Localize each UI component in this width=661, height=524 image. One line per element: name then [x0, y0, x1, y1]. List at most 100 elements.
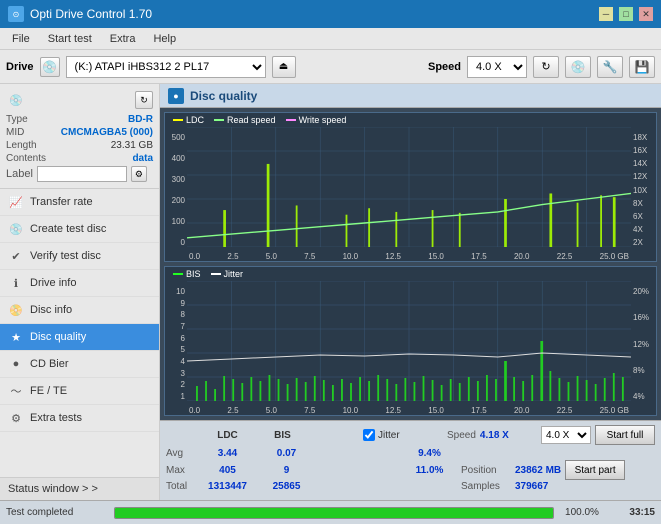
cd-bier-icon: ●	[8, 356, 24, 372]
transfer-rate-icon: 📈	[8, 194, 24, 210]
menu-start-test[interactable]: Start test	[40, 31, 100, 47]
time-display: 33:15	[610, 507, 655, 518]
sidebar-item-label-transfer-rate: Transfer rate	[30, 196, 93, 208]
drive-select[interactable]: (K:) ATAPI iHBS312 2 PL17	[66, 56, 266, 78]
drive-info-icon: ℹ	[8, 275, 24, 291]
total-bis: 25865	[259, 481, 314, 492]
sidebar-item-transfer-rate[interactable]: 📈 Transfer rate	[0, 189, 159, 216]
bis-header: BIS	[255, 430, 310, 441]
disc-info-icon: 📀	[8, 302, 24, 318]
status-window[interactable]: Status window > >	[0, 477, 159, 500]
disc-type-label: Type	[6, 114, 28, 125]
disc-refresh-btn[interactable]: ↻	[135, 91, 153, 109]
sidebar-item-cd-bier[interactable]: ● CD Bier	[0, 351, 159, 378]
disc-quality-icon: ★	[8, 329, 24, 345]
sidebar-item-disc-info[interactable]: 📀 Disc info	[0, 297, 159, 324]
sidebar-item-label-disc-quality: Disc quality	[30, 331, 86, 343]
total-label: Total	[166, 481, 196, 492]
chart1-svg	[187, 127, 631, 247]
disc-mid-label: MID	[6, 127, 24, 138]
menu-file[interactable]: File	[4, 31, 38, 47]
disc-quality-header: ● Disc quality	[160, 84, 661, 108]
status-window-label: Status window > >	[8, 483, 98, 495]
legend-jitter: Jitter	[211, 269, 244, 279]
jitter-checkbox[interactable]	[363, 429, 375, 441]
menu-help[interactable]: Help	[145, 31, 184, 47]
app-title: Opti Drive Control 1.70	[30, 7, 152, 21]
disc-label-label: Label	[6, 168, 33, 180]
charts-area: LDC Read speed Write speed	[160, 108, 661, 420]
fe-te-icon: 〜	[8, 383, 24, 399]
nav-items: 📈 Transfer rate 💿 Create test disc ✔ Ver…	[0, 189, 159, 432]
ldc-header: LDC	[200, 430, 255, 441]
chart2-y-left: 10987654321	[165, 287, 187, 401]
chart2-y-right: 20%16%12%8%4%	[631, 287, 656, 401]
start-full-button[interactable]: Start full	[595, 425, 655, 445]
content-area: ● Disc quality LDC Read speed	[160, 84, 661, 500]
disc-length-value: 23.31 GB	[111, 140, 153, 151]
status-text: Test completed	[6, 507, 106, 518]
close-button[interactable]: ✕	[639, 7, 653, 21]
sidebar-item-disc-quality[interactable]: ★ Disc quality	[0, 324, 159, 351]
disc-mid-value: CMCMAGBA5 (000)	[61, 127, 153, 138]
chart2-container: BIS Jitter	[164, 266, 657, 416]
label-btn[interactable]: ⚙	[131, 166, 147, 182]
progress-bar-container	[114, 507, 554, 519]
menu-extra[interactable]: Extra	[102, 31, 144, 47]
extra-tests-icon: ⚙	[8, 410, 24, 426]
max-ldc: 405	[200, 465, 255, 476]
max-jitter: 11.0%	[402, 465, 457, 476]
maximize-button[interactable]: □	[619, 7, 633, 21]
speed-stat-value: 4.18 X	[480, 430, 509, 441]
minimize-button[interactable]: ─	[599, 7, 613, 21]
eject-button[interactable]: ⏏	[272, 56, 296, 78]
legend-ldc: LDC	[173, 115, 204, 125]
save-button[interactable]: 💾	[629, 56, 655, 78]
speed-select[interactable]: 4.0 X	[467, 56, 527, 78]
start-part-button[interactable]: Start part	[565, 460, 625, 480]
progress-bar	[115, 508, 553, 518]
chart1-y-left: 5004003002001000	[165, 133, 187, 247]
legend-jitter-label: Jitter	[224, 269, 244, 279]
speed-stat-label: Speed	[447, 430, 476, 441]
disc-panel: 💿 ↻ Type BD-R MID CMCMAGBA5 (000) Length…	[0, 84, 159, 189]
position-val: 23862 MB	[515, 465, 561, 476]
max-bis: 9	[259, 465, 314, 476]
position-label: Position	[461, 465, 511, 476]
avg-label: Avg	[166, 448, 196, 459]
chart1-x-labels: 0.02.55.07.510.012.515.017.520.022.525.0…	[187, 252, 631, 261]
titlebar-left: ⊙ Opti Drive Control 1.70	[8, 6, 152, 22]
disc-quality-title: Disc quality	[190, 89, 257, 103]
legend-write-speed: Write speed	[286, 115, 347, 125]
chart2-svg	[187, 281, 631, 401]
legend-read-speed: Read speed	[214, 115, 276, 125]
sidebar-item-drive-info[interactable]: ℹ Drive info	[0, 270, 159, 297]
legend-bis: BIS	[173, 269, 201, 279]
sidebar-item-label-cd-bier: CD Bier	[30, 358, 69, 370]
jitter-label: Jitter	[378, 430, 400, 441]
chart2-legend: BIS Jitter	[173, 269, 243, 279]
disc-panel-icon: 💿	[6, 90, 26, 110]
verify-test-disc-icon: ✔	[8, 248, 24, 264]
sidebar-item-label-verify-test-disc: Verify test disc	[30, 250, 101, 262]
disc-mid-row: MID CMCMAGBA5 (000)	[6, 127, 153, 138]
sidebar-item-create-test-disc[interactable]: 💿 Create test disc	[0, 216, 159, 243]
disc-label-input[interactable]	[37, 166, 127, 182]
disc-panel-header: 💿 ↻	[6, 90, 153, 110]
app-icon: ⊙	[8, 6, 24, 22]
settings-button[interactable]: 🔧	[597, 56, 623, 78]
legend-write-speed-label: Write speed	[299, 115, 347, 125]
sidebar-item-label-disc-info: Disc info	[30, 304, 72, 316]
sidebar-item-extra-tests[interactable]: ⚙ Extra tests	[0, 405, 159, 432]
sidebar-item-verify-test-disc[interactable]: ✔ Verify test disc	[0, 243, 159, 270]
drive-icon: 💿	[40, 57, 60, 77]
main-area: 💿 ↻ Type BD-R MID CMCMAGBA5 (000) Length…	[0, 84, 661, 500]
chart1-container: LDC Read speed Write speed	[164, 112, 657, 262]
speed-select2[interactable]: 4.0 X	[541, 426, 591, 444]
refresh-button[interactable]: ↻	[533, 56, 559, 78]
sidebar-item-label-extra-tests: Extra tests	[30, 412, 82, 424]
sidebar-item-fe-te[interactable]: 〜 FE / TE	[0, 378, 159, 405]
titlebar-controls[interactable]: ─ □ ✕	[597, 7, 653, 21]
disc-button[interactable]: 💿	[565, 56, 591, 78]
speed-label: Speed	[428, 61, 461, 73]
